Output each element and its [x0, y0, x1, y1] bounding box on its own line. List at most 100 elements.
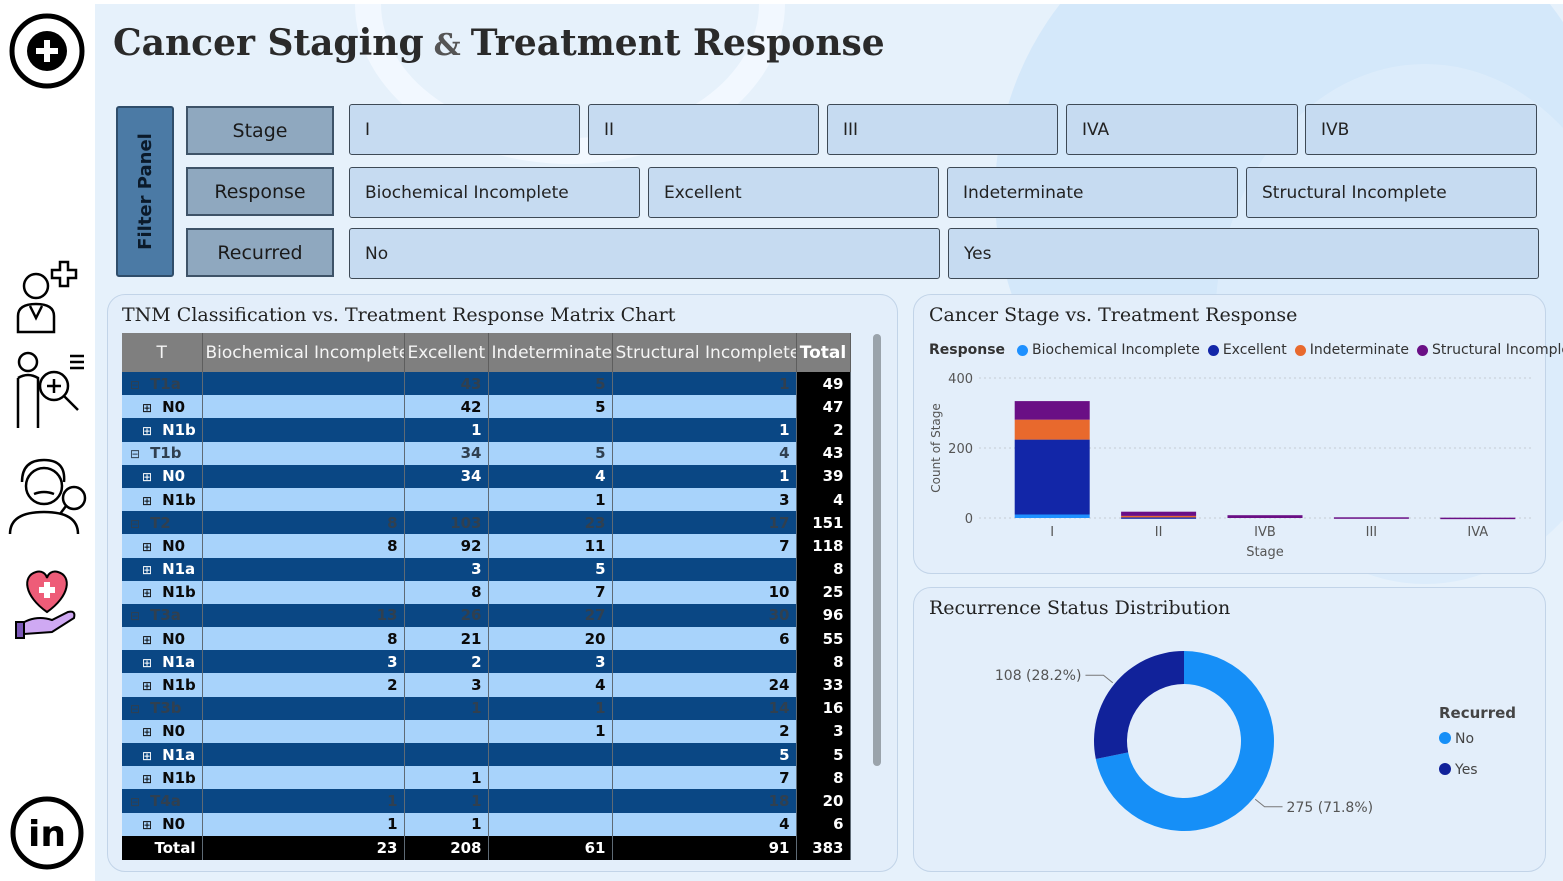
- doctor-search-icon[interactable]: [4, 348, 90, 434]
- bar-segment[interactable]: [1014, 419, 1090, 440]
- matrix-row[interactable]: ⊞ N0 8 92 11 7 118: [122, 534, 851, 558]
- expand-icon[interactable]: ⊞: [142, 818, 152, 832]
- bar-segment[interactable]: [1121, 517, 1197, 519]
- collapse-icon[interactable]: ⊟: [130, 609, 140, 623]
- column-header-total[interactable]: Total: [796, 333, 851, 372]
- row-label[interactable]: ⊞ N1b: [122, 766, 203, 790]
- bar-segment[interactable]: [1440, 517, 1516, 520]
- matrix-row[interactable]: ⊞ N0 42 5 47: [122, 395, 851, 419]
- expand-icon[interactable]: ⊞: [142, 633, 152, 647]
- collapse-icon[interactable]: ⊟: [130, 517, 140, 531]
- matrix-row[interactable]: ⊞ N1b 2 3 4 24 33: [122, 673, 851, 697]
- row-label[interactable]: ⊞ N0: [122, 719, 203, 743]
- bar-segment[interactable]: [1227, 515, 1303, 518]
- heart-care-icon[interactable]: [4, 556, 90, 642]
- stage-filter-iii[interactable]: III: [827, 104, 1058, 155]
- expand-icon[interactable]: ⊞: [142, 563, 152, 577]
- row-label[interactable]: ⊟ T1a: [122, 372, 203, 396]
- row-label[interactable]: ⊞ N1b: [122, 580, 203, 604]
- matrix-table[interactable]: T Biochemical Incomplete Excellent Indet…: [122, 333, 851, 860]
- legend-item-excellent[interactable]: Excellent: [1223, 342, 1287, 358]
- stage-filter-iva[interactable]: IVA: [1066, 104, 1298, 155]
- matrix-group-row[interactable]: ⊟ T2 8 103 23 17 151: [122, 511, 851, 535]
- expand-icon[interactable]: ⊞: [142, 540, 152, 554]
- row-label[interactable]: ⊟ T3b: [122, 696, 203, 720]
- row-label[interactable]: ⊞ N1a: [122, 557, 203, 581]
- row-label[interactable]: ⊟ T1b: [122, 441, 203, 465]
- row-label[interactable]: ⊟ T2: [122, 511, 203, 535]
- stage-filter-ii[interactable]: II: [588, 104, 819, 155]
- matrix-row[interactable]: ⊞ N0 1 1 4 6: [122, 812, 851, 836]
- bar-segment[interactable]: [1014, 514, 1090, 519]
- legend-item-yes[interactable]: Yes: [1454, 762, 1478, 778]
- recurred-filter-no[interactable]: No: [349, 228, 940, 279]
- column-header-structural[interactable]: Structural Incomplete: [612, 333, 797, 372]
- column-header-biochemical[interactable]: Biochemical Incomplete: [202, 333, 405, 372]
- legend-item-biochemical[interactable]: Biochemical Incomplete: [1032, 342, 1200, 358]
- row-label[interactable]: ⊞ N0: [122, 627, 203, 651]
- legend-item-no[interactable]: No: [1455, 731, 1474, 747]
- doctor-add-icon[interactable]: [4, 252, 90, 338]
- row-label[interactable]: ⊞ N0: [122, 812, 203, 836]
- response-filter-structural[interactable]: Structural Incomplete: [1246, 167, 1537, 218]
- expand-icon[interactable]: ⊞: [142, 656, 152, 670]
- row-label[interactable]: ⊞ N1a: [122, 650, 203, 674]
- collapse-icon[interactable]: ⊟: [130, 702, 140, 716]
- collapse-icon[interactable]: ⊟: [130, 795, 140, 809]
- row-label[interactable]: ⊞ N0: [122, 395, 203, 419]
- matrix-row[interactable]: ⊞ N0 1 2 3: [122, 719, 851, 743]
- matrix-row[interactable]: ⊞ N0 34 4 1 39: [122, 464, 851, 488]
- expand-icon[interactable]: ⊞: [142, 725, 152, 739]
- matrix-group-row[interactable]: ⊟ T1b 34 5 4 43: [122, 441, 851, 465]
- stage-filter-ivb[interactable]: IVB: [1305, 104, 1537, 155]
- donut-slice-yes[interactable]: [1094, 651, 1184, 759]
- response-filter-excellent[interactable]: Excellent: [648, 167, 939, 218]
- expand-icon[interactable]: ⊞: [142, 679, 152, 693]
- bar-segment[interactable]: [1121, 511, 1197, 516]
- bar-segment[interactable]: [1121, 515, 1197, 518]
- matrix-row[interactable]: ⊞ N1b 1 7 8: [122, 766, 851, 790]
- row-label[interactable]: ⊞ N0: [122, 534, 203, 558]
- matrix-row[interactable]: ⊞ N1b 1 3 4: [122, 487, 851, 512]
- matrix-group-row[interactable]: ⊟ T3a 13 26 27 30 96: [122, 603, 851, 628]
- add-medical-icon[interactable]: [4, 8, 90, 94]
- expand-icon[interactable]: ⊞: [142, 749, 152, 763]
- linkedin-icon[interactable]: in: [4, 790, 90, 876]
- matrix-group-row[interactable]: ⊟ T1a 43 5 1 49: [122, 372, 851, 396]
- recurred-filter-yes[interactable]: Yes: [948, 228, 1539, 279]
- response-filter-biochemical[interactable]: Biochemical Incomplete: [349, 167, 640, 218]
- collapse-icon[interactable]: ⊟: [130, 378, 140, 392]
- row-label[interactable]: ⊞ N1b: [122, 673, 203, 697]
- collapse-icon[interactable]: ⊟: [130, 447, 140, 461]
- matrix-row[interactable]: ⊞ N0 8 21 20 6 55: [122, 627, 851, 651]
- expand-icon[interactable]: ⊞: [142, 586, 152, 600]
- expand-icon[interactable]: ⊞: [142, 772, 152, 786]
- expand-icon[interactable]: ⊞: [142, 494, 152, 508]
- row-label[interactable]: ⊞ N0: [122, 464, 203, 488]
- matrix-group-row[interactable]: ⊟ T4a 1 1 18 20: [122, 789, 851, 813]
- column-header-t[interactable]: T: [122, 333, 203, 372]
- matrix-row[interactable]: ⊞ N1b 8 7 10 25: [122, 580, 851, 604]
- column-header-excellent[interactable]: Excellent: [404, 333, 489, 372]
- row-label[interactable]: ⊞ N1a: [122, 743, 203, 767]
- expand-icon[interactable]: ⊞: [142, 401, 152, 415]
- bar-segment[interactable]: [1014, 439, 1090, 515]
- matrix-row[interactable]: ⊞ N1a 5 5: [122, 743, 851, 767]
- row-label[interactable]: ⊟ T3a: [122, 603, 203, 628]
- bar-segment[interactable]: [1333, 517, 1409, 519]
- matrix-row[interactable]: ⊞ N1b 1 1 2: [122, 418, 851, 442]
- matrix-row[interactable]: ⊞ N1a 3 5 8: [122, 557, 851, 581]
- column-header-indeterminate[interactable]: Indeterminate: [488, 333, 613, 372]
- expand-icon[interactable]: ⊞: [142, 470, 152, 484]
- legend-item-indeterminate[interactable]: Indeterminate: [1310, 342, 1409, 358]
- row-label[interactable]: ⊞ N1b: [122, 487, 203, 512]
- row-label[interactable]: ⊟ T4a: [122, 789, 203, 813]
- matrix-group-row[interactable]: ⊟ T3b 1 1 14 16: [122, 696, 851, 720]
- row-label[interactable]: ⊞ N1b: [122, 418, 203, 442]
- legend-item-structural[interactable]: Structural Incomplete: [1432, 342, 1563, 358]
- expand-icon[interactable]: ⊞: [142, 424, 152, 438]
- physician-magnify-icon[interactable]: [4, 452, 90, 538]
- matrix-row[interactable]: ⊞ N1a 3 2 3 8: [122, 650, 851, 674]
- response-filter-indeterminate[interactable]: Indeterminate: [947, 167, 1238, 218]
- matrix-scrollbar[interactable]: [873, 334, 881, 766]
